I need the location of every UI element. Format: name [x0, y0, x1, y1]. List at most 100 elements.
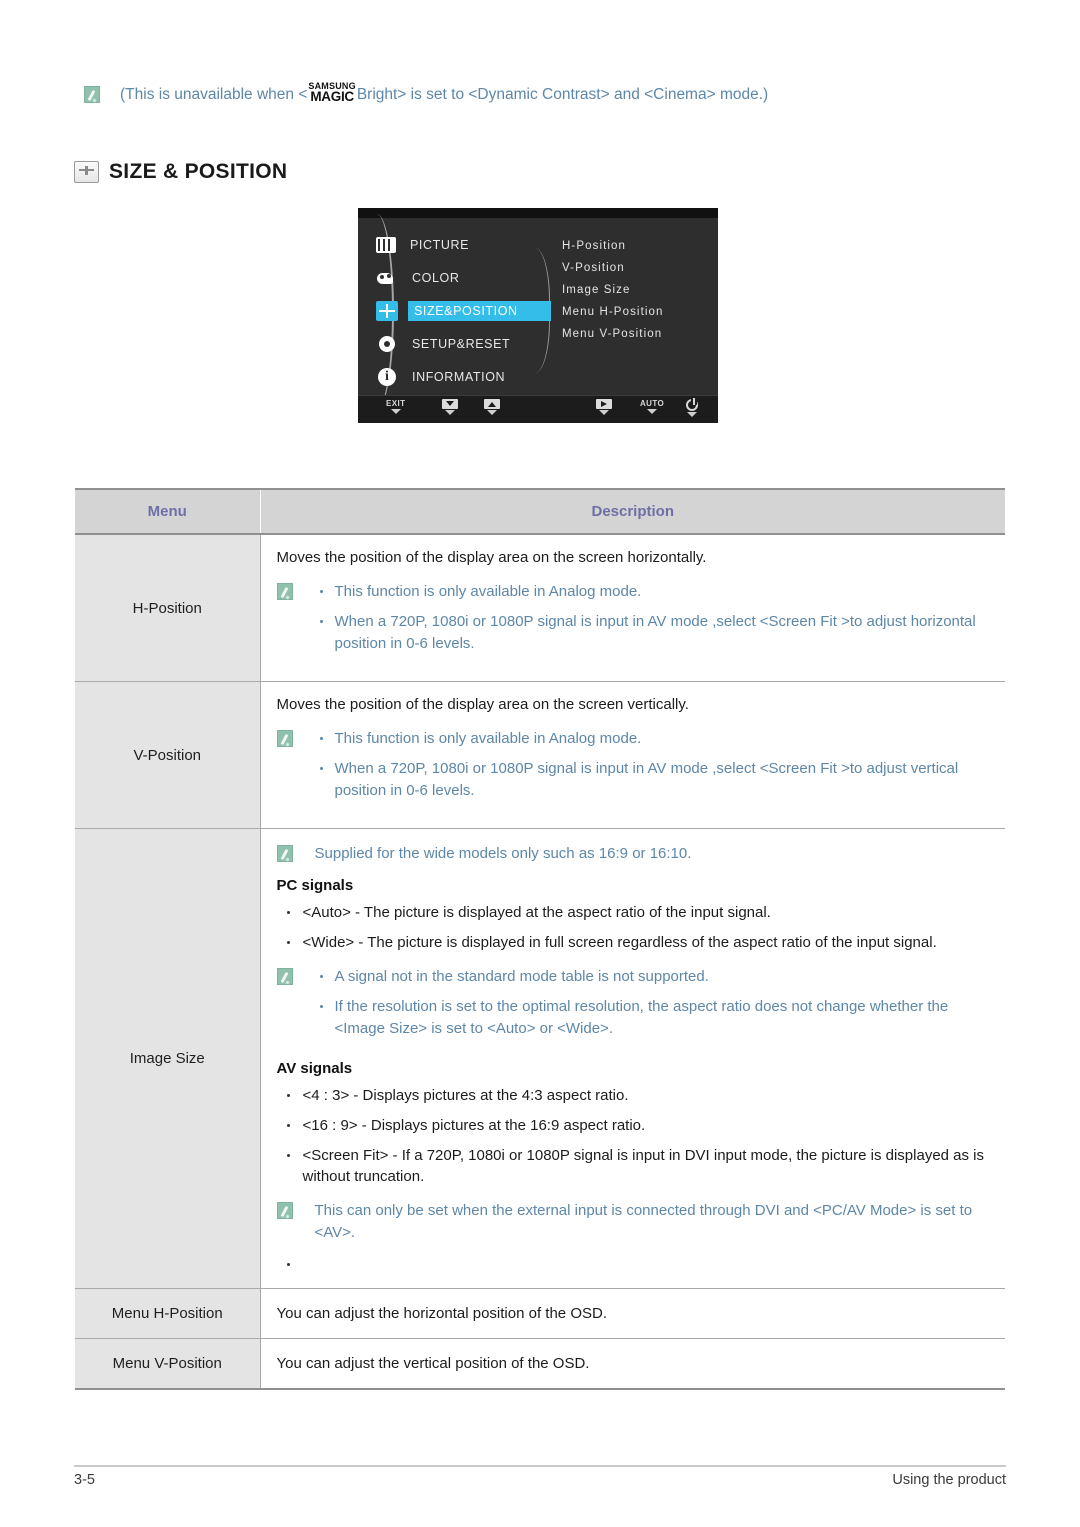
list-item: <Screen Fit> - If a 720P, 1080i or 1080P…: [277, 1145, 990, 1187]
description-lead: Moves the position of the display area o…: [276, 549, 707, 566]
osd-item-label: INFORMATION: [412, 370, 506, 384]
picture-icon: [376, 237, 396, 253]
note-block: This function is only available in Analo…: [276, 581, 990, 663]
osd-up-button[interactable]: [484, 399, 500, 415]
osd-item-color[interactable]: COLOR: [376, 265, 551, 291]
av-signals-list: <4 : 3> - Displays pictures at the 4:3 a…: [277, 1085, 990, 1187]
note-bullet-list: A signal not in the standard mode table …: [311, 966, 990, 1040]
note-body: A signal not in the standard mode table …: [311, 966, 990, 1048]
row-menu-name: Image Size: [75, 828, 261, 1289]
caret-down-icon: [647, 409, 658, 414]
top-note-text: (This is unavailable when < SAMSUNG MAGIC B…: [120, 82, 768, 106]
footer-section-label: Using the product: [892, 1472, 1006, 1488]
description-lead: Moves the position of the display area o…: [276, 696, 689, 713]
caret-down-icon: [390, 409, 401, 414]
note-body: This can only be set when the external i…: [315, 1200, 990, 1244]
row-description: Moves the position of the display area o…: [260, 681, 1005, 829]
osd-auto-button[interactable]: AUTO: [640, 399, 664, 414]
table-row: H-Position Moves the position of the dis…: [75, 534, 1005, 682]
note-bullet: This function is only available in Analo…: [311, 728, 990, 750]
av-signals-heading: AV signals: [276, 1060, 353, 1077]
table-row: Menu H-Position You can adjust the horiz…: [75, 1288, 1005, 1339]
note-block: This function is only available in Analo…: [276, 728, 990, 810]
osd-submenu-item[interactable]: Menu V-Position: [562, 328, 664, 340]
osd-exit-button[interactable]: EXIT: [386, 399, 405, 414]
page-title: SIZE & POSITION: [74, 160, 287, 184]
osd-item-setup-reset[interactable]: SETUP&RESET: [376, 331, 551, 357]
note-icon: [276, 1202, 293, 1219]
pc-signals-list: <Auto> - The picture is displayed at the…: [277, 902, 990, 953]
pc-signals-heading: PC signals: [276, 877, 354, 894]
column-header-description: Description: [260, 488, 1005, 535]
samsung-magic-logo: SAMSUNG MAGIC: [308, 82, 355, 104]
osd-item-label: SETUP&RESET: [412, 337, 511, 351]
caret-down-icon: [599, 410, 609, 415]
table-row: Menu V-Position You can adjust the verti…: [75, 1338, 1005, 1390]
row-menu-name: Menu V-Position: [75, 1338, 261, 1390]
logo-magic-line: MAGIC: [310, 89, 354, 104]
note-block: Supplied for the wide models only such a…: [276, 843, 990, 865]
note-icon: [276, 845, 293, 862]
osd-exit-label: EXIT: [386, 399, 406, 408]
osd-item-label: COLOR: [412, 271, 460, 285]
osd-item-size-position[interactable]: SIZE&POSITION: [376, 298, 551, 324]
osd-auto-label: AUTO: [640, 399, 665, 408]
note-bullet: When a 720P, 1080i or 1080P signal is in…: [311, 758, 990, 802]
note-body: This function is only available in Analo…: [311, 581, 990, 663]
note-bullet: A signal not in the standard mode table …: [311, 966, 990, 988]
table-row: V-Position Moves the position of the dis…: [75, 681, 1005, 829]
osd-item-label: SIZE&POSITION: [408, 301, 551, 321]
osd-power-button[interactable]: [686, 398, 698, 417]
description-lead: You can adjust the vertical position of …: [276, 1355, 590, 1372]
row-description: You can adjust the vertical position of …: [260, 1338, 1005, 1390]
page-title-text: SIZE & POSITION: [109, 160, 288, 183]
row-description: Supplied for the wide models only such a…: [260, 828, 1005, 1289]
caret-down-icon: [487, 410, 497, 415]
note-icon: [84, 86, 100, 103]
arrow-up-icon: [484, 399, 500, 409]
color-icon: [376, 269, 398, 287]
osd-top-bar: [358, 208, 718, 218]
gear-icon: [376, 334, 398, 354]
osd-down-button[interactable]: [442, 399, 458, 415]
menu-description-table: Menu Description H-Position Moves the po…: [75, 488, 1005, 1390]
note-body: Supplied for the wide models only such a…: [315, 843, 990, 865]
footer-divider: [74, 1465, 1006, 1467]
document-page: (This is unavailable when < SAMSUNG MAGIC B…: [0, 0, 1080, 1527]
top-note-text-after: Bright> is set to <Dynamic Contrast> and…: [356, 86, 769, 103]
osd-submenu-item[interactable]: Image Size: [562, 284, 664, 296]
osd-item-label: PICTURE: [410, 238, 470, 252]
row-description: You can adjust the horizontal position o…: [260, 1288, 1005, 1339]
osd-submenu-item[interactable]: Menu H-Position: [562, 306, 664, 318]
page-footer: 3-5 Using the product: [74, 1472, 1006, 1488]
osd-item-information[interactable]: INFORMATION: [376, 364, 551, 390]
note-body: This function is only available in Analo…: [311, 728, 990, 810]
table-header-row: Menu Description: [75, 488, 1005, 535]
osd-submenu: H-Position V-Position Image Size Menu H-…: [562, 240, 664, 350]
list-item: <4 : 3> - Displays pictures at the 4:3 a…: [277, 1085, 990, 1106]
description-lead: You can adjust the horizontal position o…: [276, 1305, 608, 1322]
row-description: Moves the position of the display area o…: [260, 534, 1005, 682]
note-icon: [276, 583, 293, 600]
note-bullet: If the resolution is set to the optimal …: [311, 996, 990, 1040]
note-bullet-list: This function is only available in Analo…: [311, 581, 990, 655]
osd-submenu-item[interactable]: H-Position: [562, 240, 664, 252]
osd-item-picture[interactable]: PICTURE: [376, 232, 551, 258]
top-note-text-before: (This is unavailable when <: [120, 86, 308, 103]
play-icon: [596, 399, 612, 409]
empty-bullet: [277, 1258, 990, 1272]
size-position-icon: [376, 301, 398, 321]
list-item: <Auto> - The picture is displayed at the…: [277, 902, 990, 923]
table-row: Image Size Supplied for the wide models …: [75, 828, 1005, 1289]
list-item: <16 : 9> - Displays pictures at the 16:9…: [277, 1115, 990, 1136]
note-block: This can only be set when the external i…: [276, 1200, 990, 1244]
osd-enter-button[interactable]: [596, 399, 612, 415]
osd-button-bar: EXIT AUTO: [358, 395, 718, 423]
list-item: <Wide> - The picture is displayed in ful…: [277, 932, 990, 953]
caret-down-icon: [445, 410, 455, 415]
information-icon: [376, 367, 398, 387]
note-text: This can only be set when the external i…: [314, 1202, 973, 1241]
osd-submenu-item[interactable]: V-Position: [562, 262, 664, 274]
note-block: A signal not in the standard mode table …: [276, 966, 990, 1048]
note-icon: [276, 968, 293, 985]
